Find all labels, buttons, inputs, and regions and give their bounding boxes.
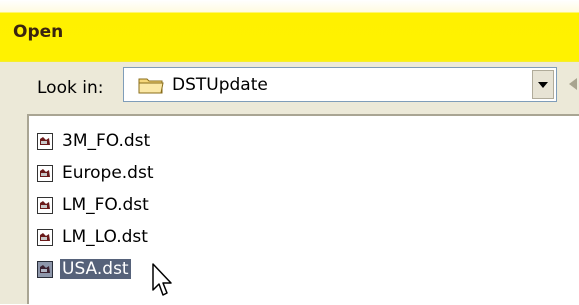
look-in-dropdown[interactable]: DSTUpdate — [123, 67, 557, 102]
dst-file-icon — [37, 197, 53, 214]
file-name: 3M_FO.dst — [62, 131, 151, 151]
dst-file-icon — [37, 133, 53, 150]
file-name: Europe.dst — [62, 163, 154, 183]
dropdown-button[interactable] — [532, 70, 554, 99]
dialog-title: Open — [13, 22, 64, 42]
file-name: USA.dst — [60, 259, 131, 279]
dialog-title-bar[interactable]: Open — [0, 0, 579, 62]
look-in-label: Look in: — [37, 78, 104, 98]
dst-file-icon — [37, 261, 53, 278]
dst-file-icon — [37, 229, 53, 246]
mouse-cursor-icon — [151, 262, 177, 300]
back-button[interactable] — [565, 76, 579, 92]
look-in-value: DSTUpdate — [172, 75, 268, 95]
dst-file-icon — [37, 165, 53, 182]
file-name: LM_FO.dst — [62, 195, 149, 215]
file-name: LM_LO.dst — [62, 227, 148, 247]
back-arrow-icon — [569, 78, 577, 90]
file-list[interactable]: 3M_FO.dst Europe.dst LM_FO.dst LM_LO.dst… — [27, 114, 579, 304]
folder-icon — [138, 76, 164, 94]
chevron-down-icon — [538, 81, 548, 88]
